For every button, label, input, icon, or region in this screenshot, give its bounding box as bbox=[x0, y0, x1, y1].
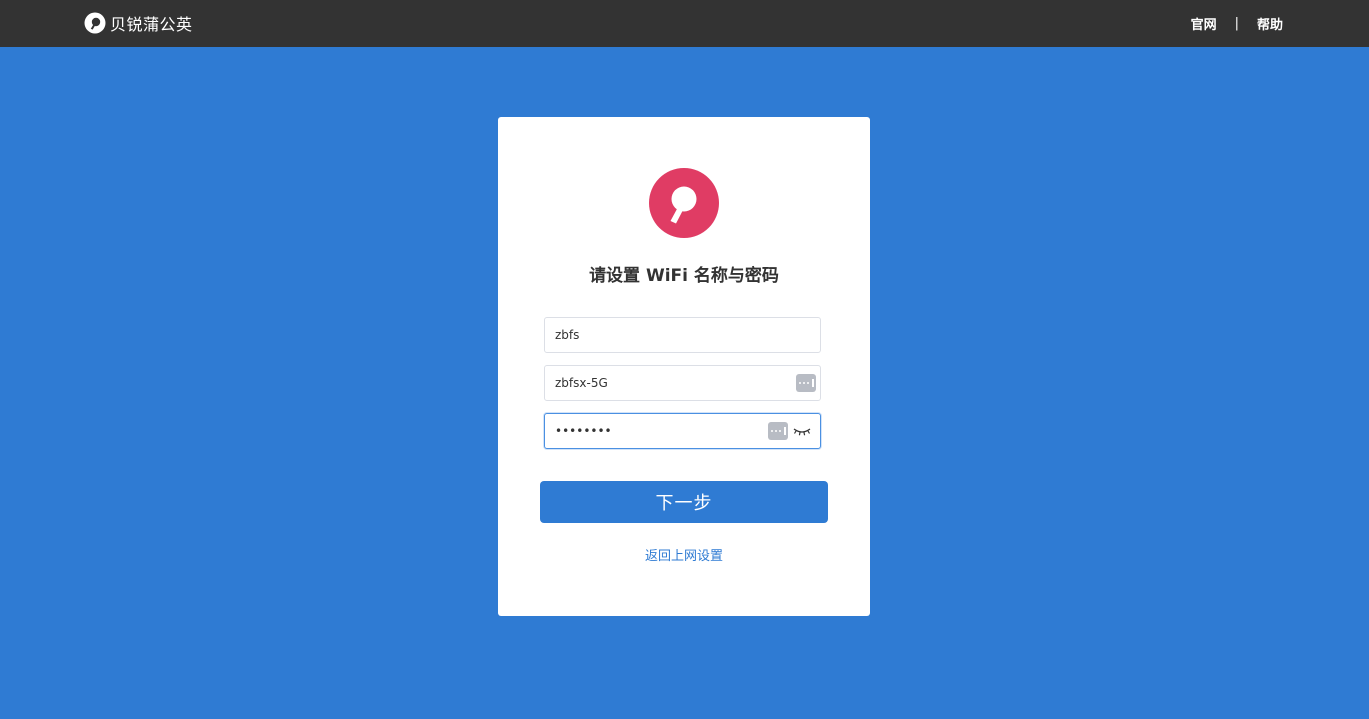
brand-logo-icon bbox=[84, 12, 106, 34]
wifi-name-2g-input[interactable] bbox=[545, 318, 820, 352]
back-to-network-settings-link[interactable]: 返回上网设置 bbox=[498, 545, 870, 564]
wifi-name-5g-input[interactable] bbox=[545, 366, 820, 400]
top-nav: 官网 | 帮助 bbox=[1191, 14, 1283, 33]
page-title: 请设置 WiFi 名称与密码 bbox=[589, 266, 779, 286]
nav-official-site-link[interactable]: 官网 bbox=[1191, 14, 1217, 33]
password-manager-icon[interactable] bbox=[796, 374, 816, 392]
wifi-name-2g-field bbox=[544, 317, 821, 353]
wifi-name-5g-field bbox=[544, 365, 821, 401]
nav-separator: | bbox=[1234, 16, 1239, 31]
wifi-password-field bbox=[544, 413, 821, 449]
brand-name: 贝锐蒲公英 bbox=[110, 15, 193, 34]
brand[interactable]: 贝锐蒲公英 bbox=[84, 11, 193, 35]
wifi-setup-card: 请设置 WiFi 名称与密码 下一步 返回上网设置 bbox=[498, 117, 870, 616]
pgy-logo-icon bbox=[649, 168, 719, 238]
nav-help-link[interactable]: 帮助 bbox=[1257, 14, 1283, 33]
password-manager-icon[interactable] bbox=[768, 422, 788, 440]
top-bar: 贝锐蒲公英 官网 | 帮助 bbox=[0, 0, 1369, 47]
next-step-button[interactable]: 下一步 bbox=[540, 481, 828, 523]
eye-closed-icon[interactable] bbox=[792, 423, 812, 439]
